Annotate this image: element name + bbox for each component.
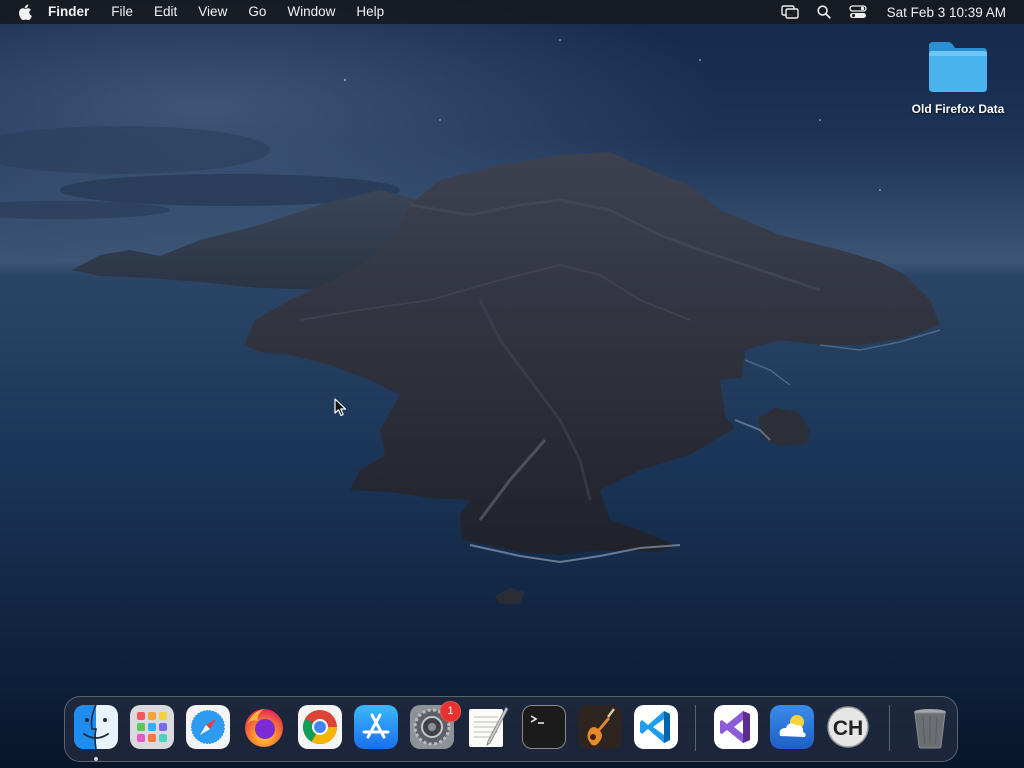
chrome-icon [303,710,337,744]
dock-app-ch[interactable]: CH [826,705,870,749]
dock-app-textedit[interactable] [466,705,510,749]
dock-app-visual-studio[interactable] [714,705,758,749]
safari-icon [186,705,230,749]
control-center-icon[interactable] [849,3,867,21]
launchpad-icon [130,705,174,749]
menu-bar-clock[interactable]: Sat Feb 3 10:39 AM [887,5,1006,20]
ch-icon: CH [827,706,869,748]
screen-mirroring-icon[interactable] [780,3,799,21]
desktop-wallpaper [0,0,1024,768]
menu-view[interactable]: View [198,0,227,24]
trash-icon [914,709,946,749]
vscode-icon [640,711,670,743]
firefox-icon [245,709,283,747]
apple-menu-icon[interactable] [18,4,34,20]
finder-icon [74,705,118,749]
dock-app-launchpad[interactable] [130,705,174,749]
dock-app-chrome[interactable] [298,705,342,749]
dock-app-app-store[interactable] [354,705,398,749]
folder-icon [929,42,987,92]
visual-studio-icon [720,711,750,743]
svg-text:CH: CH [833,717,863,740]
dock: 1 CH [64,696,958,762]
dock-app-vscode[interactable] [634,705,678,749]
dock-app-trash[interactable] [908,705,952,749]
dock-separator [889,705,890,751]
mouse-pointer-icon [334,398,347,417]
menu-window[interactable]: Window [287,0,335,24]
garageband-icon [578,705,622,749]
menu-go[interactable]: Go [248,0,266,24]
menu-edit[interactable]: Edit [154,0,177,24]
menu-app-name[interactable]: Finder [48,0,89,24]
dock-app-safari[interactable] [186,705,230,749]
dock-app-finder[interactable] [74,705,118,749]
terminal-icon [523,706,565,748]
menu-file[interactable]: File [111,0,133,24]
desktop-folder-old-firefox-data[interactable]: Old Firefox Data [900,38,1016,116]
spotlight-search-icon[interactable] [815,3,833,21]
menu-help[interactable]: Help [356,0,384,24]
menu-bar: Finder File Edit View Go Window Help Sat… [0,0,1024,24]
running-indicator [94,757,98,761]
notification-badge: 1 [440,701,461,722]
dock-separator [695,705,696,751]
dock-app-weather[interactable] [770,705,814,749]
app-store-icon [354,705,398,749]
dock-app-garageband[interactable] [578,705,622,749]
dock-app-terminal[interactable] [522,705,566,749]
textedit-icon [469,706,509,747]
dock-app-firefox[interactable] [242,705,286,749]
desktop-item-label: Old Firefox Data [911,102,1005,116]
weather-icon [770,705,814,749]
